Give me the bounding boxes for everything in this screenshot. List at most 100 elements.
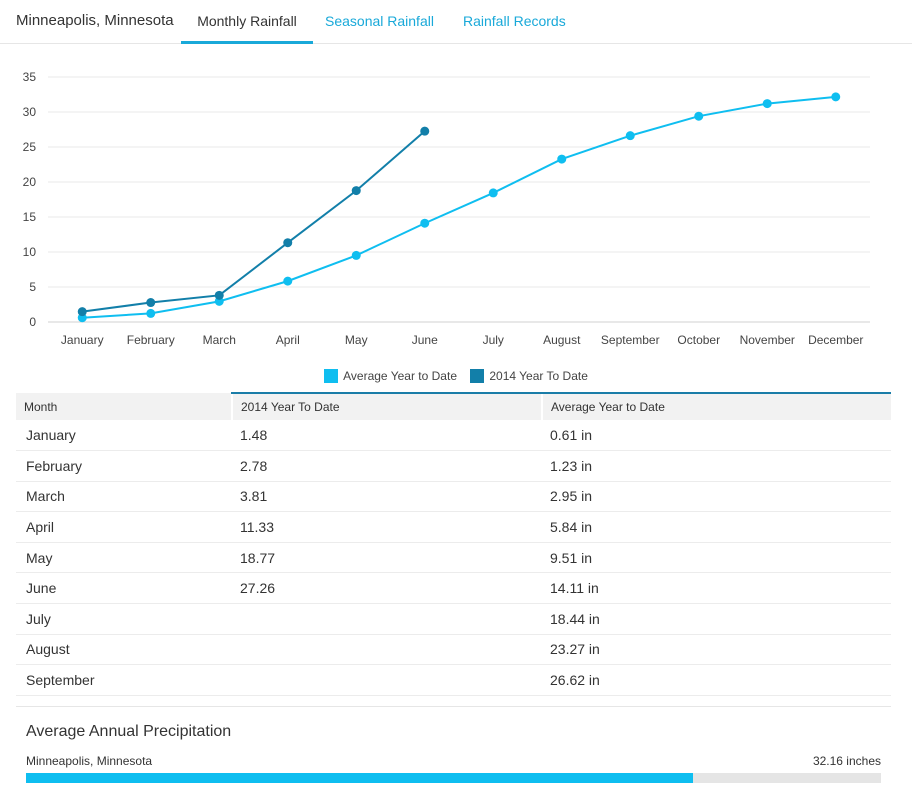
cell-2014: 1.48 (232, 420, 542, 452)
table-row: June 27.26 14.11 in (16, 572, 891, 605)
cell-month: July (16, 603, 232, 635)
x-tick-label: February (127, 333, 175, 347)
x-tick-label: May (345, 333, 368, 347)
cell-average: 5.84 in (542, 511, 891, 543)
tab-rainfall-records[interactable]: Rainfall Records (463, 13, 566, 44)
cell-month: April (16, 511, 232, 543)
x-axis-ticks: January February March April May June July Augu… (61, 333, 864, 347)
data-point[interactable] (146, 308, 156, 318)
cell-month: March (16, 481, 232, 513)
x-tick-label: December (808, 333, 863, 347)
cell-2014: 11.33 (232, 511, 542, 543)
data-point[interactable] (420, 218, 430, 228)
cell-month: January (16, 420, 232, 452)
y-axis-ticks: 0 5 10 15 20 25 30 35 (23, 70, 37, 329)
annual-progress-track (26, 773, 881, 783)
chart-legend: Average Year to Date 2014 Year To Date (0, 368, 912, 383)
cell-month: September (16, 664, 232, 696)
annual-city-label: Minneapolis, Minnesota (26, 754, 153, 768)
table-row: January 1.48 0.61 in (16, 420, 891, 452)
cell-2014 (232, 603, 542, 635)
x-tick-label: April (276, 333, 300, 347)
column-header-month: Month (16, 393, 232, 420)
data-point[interactable] (283, 238, 293, 248)
x-tick-label: September (601, 333, 660, 347)
cell-month: June (16, 572, 232, 605)
y-tick-label: 10 (23, 245, 37, 259)
x-tick-label: October (677, 333, 720, 347)
x-tick-label: August (543, 333, 581, 347)
tab-seasonal-rainfall[interactable]: Seasonal Rainfall (325, 13, 434, 44)
annual-precipitation-title: Average Annual Precipitation (26, 723, 232, 740)
data-point[interactable] (557, 154, 567, 164)
cell-average: 26.62 in (542, 664, 891, 696)
cell-2014: 27.26 (232, 572, 542, 605)
column-header-average: Average Year to Date (541, 392, 891, 420)
cell-month: February (16, 450, 232, 482)
y-tick-label: 20 (23, 175, 37, 189)
chart-series (77, 92, 841, 323)
legend-item-2014[interactable]: 2014 Year To Date (470, 368, 588, 383)
data-point[interactable] (488, 188, 498, 198)
cell-average: 2.95 in (542, 481, 891, 513)
header-bar: Minneapolis, Minnesota Monthly Rainfall … (0, 0, 912, 44)
table-row: March 3.81 2.95 in (16, 481, 891, 513)
cell-2014: 3.81 (232, 481, 542, 513)
series-line-0 (82, 95, 836, 319)
legend-item-average[interactable]: Average Year to Date (324, 368, 457, 383)
annual-value-label: 32.16 inches (812, 754, 881, 768)
data-point[interactable] (625, 131, 635, 141)
legend-swatch-2014 (470, 368, 485, 383)
x-tick-label: March (203, 333, 236, 347)
series-line-1 (82, 130, 426, 313)
y-tick-label: 5 (29, 280, 36, 294)
table-row: May 18.77 9.51 in (16, 542, 891, 574)
legend-label-average: Average Year to Date (343, 368, 457, 383)
cell-2014 (232, 634, 542, 666)
cell-2014 (232, 664, 542, 696)
chart-gridlines (48, 76, 870, 323)
data-point[interactable] (77, 307, 87, 317)
x-tick-label: November (740, 333, 795, 347)
y-tick-label: 25 (23, 140, 37, 154)
cell-month: August (16, 634, 232, 666)
table-row: July 18.44 in (16, 603, 891, 635)
data-point[interactable] (146, 298, 156, 308)
data-point[interactable] (214, 290, 224, 300)
table-header-row: Month 2014 Year To Date Average Year to … (16, 392, 891, 420)
x-tick-label: June (412, 333, 438, 347)
cell-average: 18.44 in (542, 603, 891, 635)
data-point[interactable] (831, 92, 841, 102)
annual-progress-fill (26, 773, 693, 783)
rainfall-table: Month 2014 Year To Date Average Year to … (16, 392, 891, 696)
data-point[interactable] (283, 276, 293, 286)
cell-average: 0.61 in (542, 420, 891, 452)
y-tick-label: 35 (23, 70, 37, 84)
table-row: February 2.78 1.23 in (16, 450, 891, 482)
legend-swatch-average (324, 368, 339, 383)
data-point[interactable] (694, 111, 704, 121)
x-tick-label: January (61, 333, 104, 347)
tab-monthly-rainfall[interactable]: Monthly Rainfall (181, 13, 313, 44)
data-point[interactable] (351, 250, 361, 260)
data-point[interactable] (420, 126, 430, 136)
data-point[interactable] (762, 99, 772, 109)
cell-average: 14.11 in (542, 572, 891, 605)
table-row: April 11.33 5.84 in (16, 511, 891, 543)
x-tick-label: July (483, 333, 504, 347)
cell-average: 1.23 in (542, 450, 891, 482)
rainfall-line-chart: 0 5 10 15 20 25 30 35 January February March April… (23, 70, 870, 347)
cell-2014: 2.78 (232, 450, 542, 482)
cell-average: 9.51 in (542, 542, 891, 574)
data-point[interactable] (351, 186, 361, 196)
table-row: September 26.62 in (16, 664, 891, 696)
cell-average: 23.27 in (542, 634, 891, 666)
annual-precipitation-section: Average Annual Precipitation Minneapolis… (16, 706, 891, 783)
cell-2014: 18.77 (232, 542, 542, 574)
column-header-2014: 2014 Year To Date (231, 392, 542, 420)
y-tick-label: 15 (23, 210, 37, 224)
y-tick-label: 30 (23, 105, 37, 119)
location-title: Minneapolis, Minnesota (16, 12, 174, 29)
legend-label-2014: 2014 Year To Date (489, 368, 588, 383)
y-tick-label: 0 (29, 315, 36, 329)
